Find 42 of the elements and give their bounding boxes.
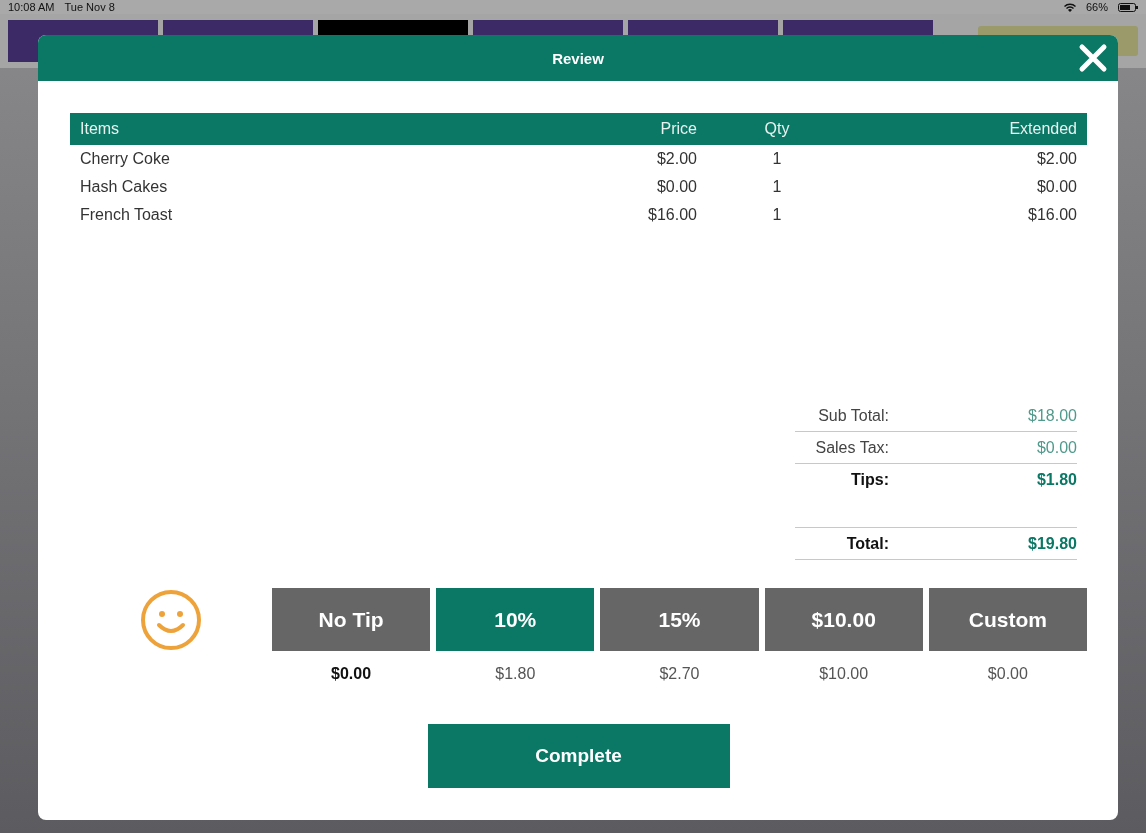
status-date: Tue Nov 8 xyxy=(64,1,115,13)
total-value: $1.80 xyxy=(1035,470,1077,489)
total-label: Tips: xyxy=(850,470,889,489)
table-cell-text: $0.00 xyxy=(655,178,697,196)
tip-button[interactable]: 15% xyxy=(600,588,759,651)
column-header: Extended xyxy=(1008,120,1077,138)
tip-button[interactable]: 10% xyxy=(436,588,595,651)
complete-button[interactable]: Complete xyxy=(427,724,730,788)
tip-button[interactable]: $10.00 xyxy=(764,588,923,651)
table-cell-text: 1 xyxy=(771,178,783,196)
tip-amount: $0.00 xyxy=(331,665,372,683)
smiley-icon xyxy=(140,589,202,651)
total-value: $0.00 xyxy=(1035,438,1077,457)
tip-amount: $10.00 xyxy=(819,665,869,683)
table-cell-text: $0.00 xyxy=(1035,178,1077,196)
wifi-icon xyxy=(1063,2,1076,12)
total-value: $18.00 xyxy=(1027,406,1077,425)
table-cell-text: Hash Cakes xyxy=(80,178,169,196)
status-time: 10:08 AM xyxy=(8,1,55,13)
total-label: Sub Total: xyxy=(817,406,889,425)
tip-amount: $2.70 xyxy=(659,665,700,683)
battery-percent: 66% xyxy=(1085,1,1108,13)
column-header: Qty xyxy=(763,120,791,138)
tip-button[interactable]: No Tip xyxy=(272,588,431,651)
tip-amount: $0.00 xyxy=(987,665,1028,683)
table-cell-text: $16.00 xyxy=(1027,206,1077,224)
table-cell-text: $2.00 xyxy=(655,150,697,168)
column-header: Items xyxy=(80,120,121,138)
table-cell-text: French Toast xyxy=(80,206,174,224)
total-value: $19.80 xyxy=(1027,534,1077,553)
table-cell-text: 1 xyxy=(771,206,783,224)
tip-button[interactable]: Custom xyxy=(928,588,1087,651)
table-cell-text: $2.00 xyxy=(1035,150,1077,168)
total-label: Sales Tax: xyxy=(814,438,889,457)
column-header: Price xyxy=(659,120,697,138)
battery-icon xyxy=(1118,2,1138,12)
table-cell-text: Cherry Coke xyxy=(80,150,171,168)
total-label: Total: xyxy=(845,534,889,553)
table-cell-text: 1 xyxy=(771,150,783,168)
table-cell-text: $16.00 xyxy=(647,206,697,224)
tip-amount: $1.80 xyxy=(495,665,536,683)
dialog-title: Review xyxy=(552,49,604,67)
